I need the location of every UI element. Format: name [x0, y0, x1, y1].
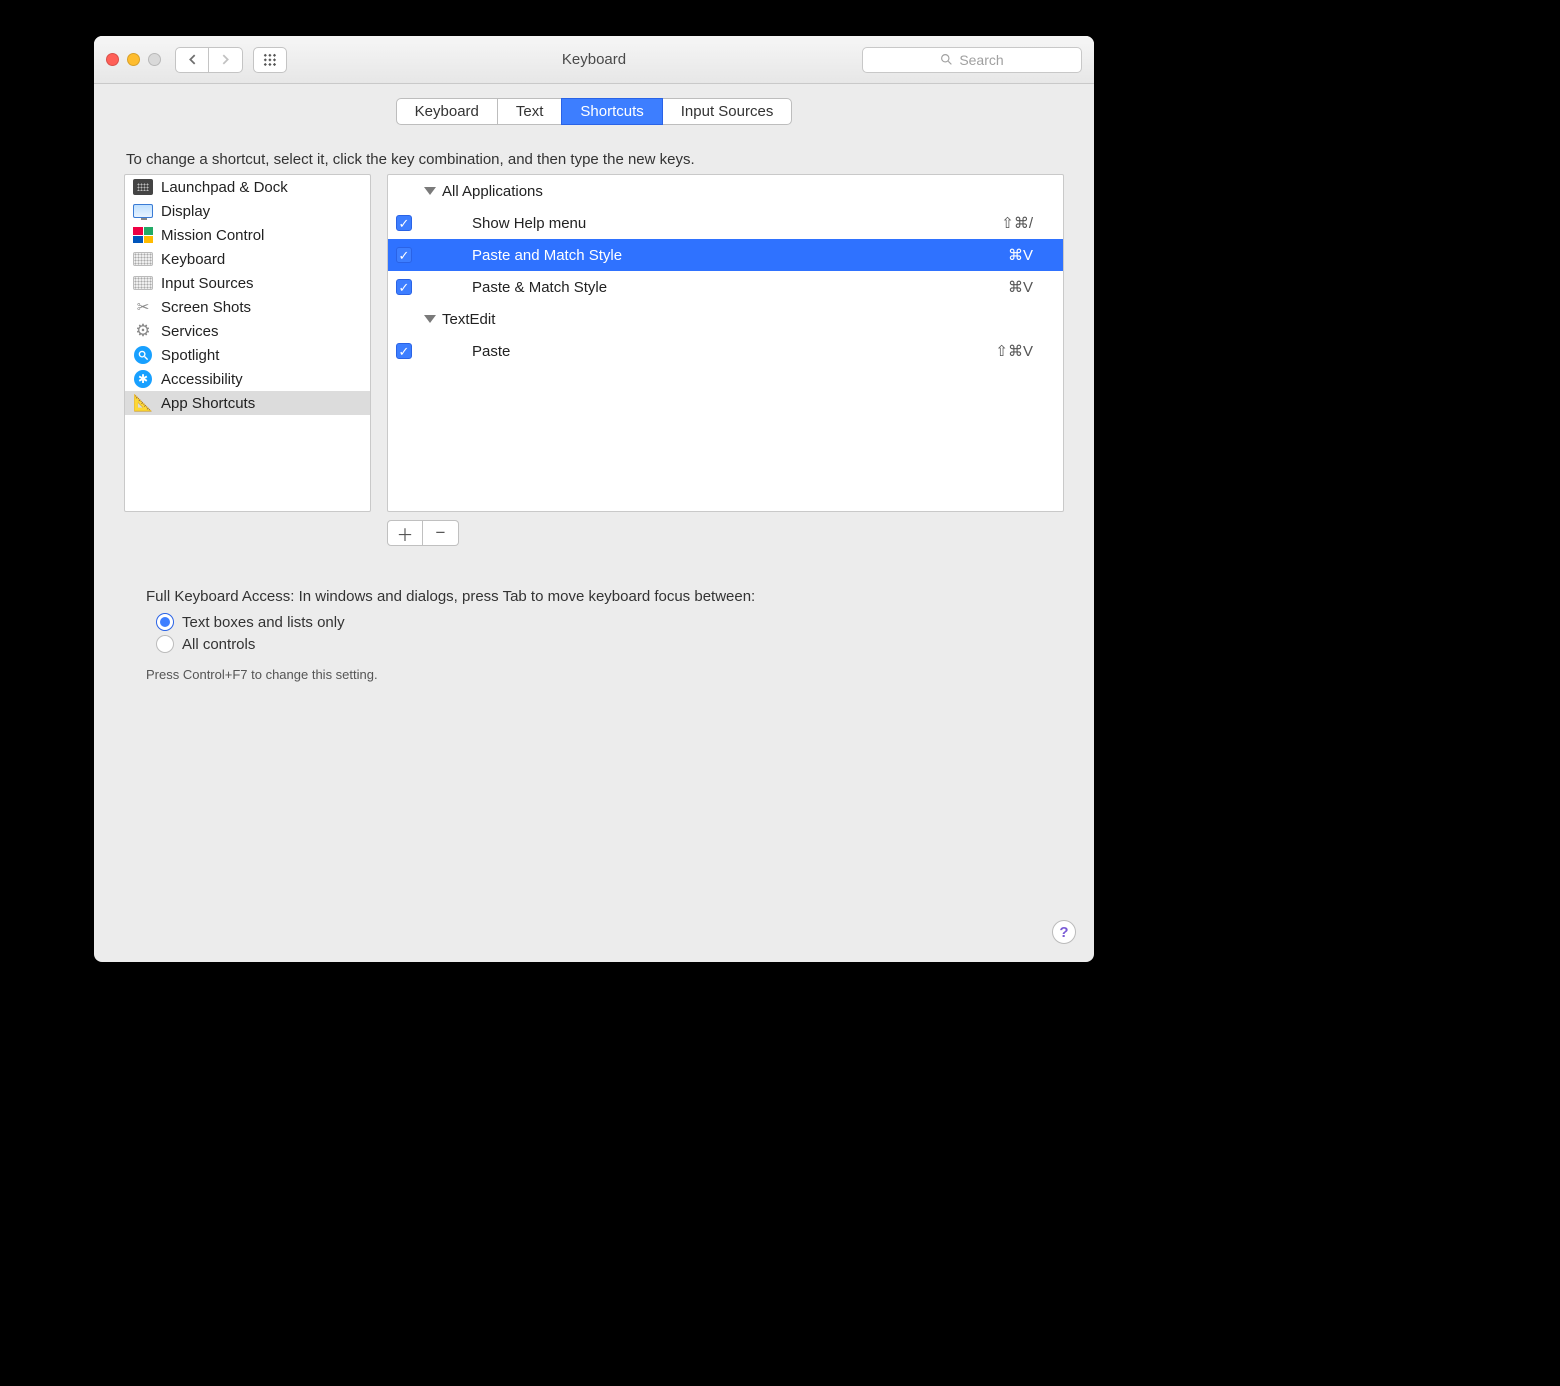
- category-launchpad-dock[interactable]: Launchpad & Dock: [125, 175, 370, 199]
- enable-checkbox[interactable]: [396, 215, 412, 231]
- fka-label: Full Keyboard Access: In windows and dia…: [146, 588, 1042, 605]
- shortcut-keys[interactable]: ⌘V: [1008, 246, 1033, 264]
- shortcut-row[interactable]: Paste & Match Style⌘V: [388, 271, 1063, 303]
- category-list[interactable]: Launchpad & Dock Display Mission Control Ke…: [124, 174, 371, 512]
- forward-button[interactable]: [209, 47, 243, 73]
- radio-label: Text boxes and lists only: [182, 614, 345, 631]
- shortcut-row[interactable]: Show Help menu⇧⌘/: [388, 207, 1063, 239]
- fka-hint: Press Control+F7 to change this setting.: [146, 667, 1042, 682]
- preferences-window: Keyboard Search KeyboardTextShortcutsInp…: [94, 36, 1094, 962]
- shortcut-tree[interactable]: All ApplicationsShow Help menu⇧⌘/Paste a…: [387, 174, 1064, 512]
- category-spotlight[interactable]: Spotlight: [125, 343, 370, 367]
- shortcut-keys[interactable]: ⇧⌘V: [995, 342, 1033, 360]
- category-label: Spotlight: [161, 347, 219, 364]
- instruction-text: To change a shortcut, select it, click t…: [126, 151, 1062, 168]
- search-input[interactable]: Search: [862, 47, 1082, 73]
- radio-button[interactable]: [156, 635, 174, 653]
- category-label: Display: [161, 203, 210, 220]
- add-button[interactable]: ＋: [387, 520, 423, 546]
- remove-button[interactable]: −: [423, 520, 459, 546]
- keyboard-icon: [133, 274, 153, 292]
- launchpad-icon: [133, 178, 153, 196]
- category-label: Screen Shots: [161, 299, 251, 316]
- mission-icon: [133, 226, 153, 244]
- category-display[interactable]: Display: [125, 199, 370, 223]
- gear-icon: ⚙︎: [133, 322, 153, 340]
- scissors-icon: ✂︎: [133, 298, 153, 316]
- tab-input-sources[interactable]: Input Sources: [662, 98, 793, 125]
- shortcut-name: Paste: [422, 343, 995, 360]
- shortcut-row[interactable]: Paste⇧⌘V: [388, 335, 1063, 367]
- shortcut-name: Paste and Match Style: [422, 247, 1008, 264]
- radio-label: All controls: [182, 636, 255, 653]
- grid-icon: [263, 53, 277, 67]
- minimize-button[interactable]: [127, 53, 140, 66]
- display-icon: [133, 202, 153, 220]
- category-input-sources[interactable]: Input Sources: [125, 271, 370, 295]
- nav-buttons: [175, 47, 243, 73]
- tab-keyboard[interactable]: Keyboard: [396, 98, 498, 125]
- group-label: All Applications: [442, 183, 1033, 200]
- zoom-button[interactable]: [148, 53, 161, 66]
- category-label: Services: [161, 323, 219, 340]
- shortcut-panes: Launchpad & Dock Display Mission Control Ke…: [124, 174, 1064, 512]
- category-services[interactable]: ⚙︎ Services: [125, 319, 370, 343]
- search-placeholder: Search: [959, 52, 1003, 68]
- category-label: Input Sources: [161, 275, 254, 292]
- shortcut-keys[interactable]: ⇧⌘/: [1001, 214, 1033, 232]
- accessibility-icon: ✱: [133, 370, 153, 388]
- category-keyboard[interactable]: Keyboard: [125, 247, 370, 271]
- category-label: Mission Control: [161, 227, 264, 244]
- fka-radios: Text boxes and lists only All controls: [156, 613, 1032, 653]
- category-mission-control[interactable]: Mission Control: [125, 223, 370, 247]
- category-label: Launchpad & Dock: [161, 179, 288, 196]
- category-label: App Shortcuts: [161, 395, 255, 412]
- spotlight-icon: [133, 346, 153, 364]
- fka-option-1[interactable]: All controls: [156, 635, 1032, 653]
- tab-bar: KeyboardTextShortcutsInput Sources: [116, 98, 1072, 125]
- category-screen-shots[interactable]: ✂︎ Screen Shots: [125, 295, 370, 319]
- content: KeyboardTextShortcutsInput Sources To ch…: [94, 98, 1094, 704]
- shortcut-name: Paste & Match Style: [422, 279, 1008, 296]
- search-icon: [940, 53, 953, 66]
- close-button[interactable]: [106, 53, 119, 66]
- help-button[interactable]: ?: [1052, 920, 1076, 944]
- fka-option-0[interactable]: Text boxes and lists only: [156, 613, 1032, 631]
- group-all-applications[interactable]: All Applications: [388, 175, 1063, 207]
- titlebar: Keyboard Search: [94, 36, 1094, 84]
- category-label: Keyboard: [161, 251, 225, 268]
- enable-checkbox[interactable]: [396, 343, 412, 359]
- category-label: Accessibility: [161, 371, 243, 388]
- radio-button[interactable]: [156, 613, 174, 631]
- group-label: TextEdit: [442, 311, 1033, 328]
- tab-shortcuts[interactable]: Shortcuts: [561, 98, 662, 125]
- back-button[interactable]: [175, 47, 209, 73]
- enable-checkbox[interactable]: [396, 279, 412, 295]
- disclosure-triangle-icon[interactable]: [424, 315, 436, 323]
- add-remove-buttons: ＋ −: [387, 520, 1072, 546]
- shortcut-name: Show Help menu: [422, 215, 1001, 232]
- enable-checkbox[interactable]: [396, 247, 412, 263]
- show-all-button[interactable]: [253, 47, 287, 73]
- shortcut-row[interactable]: Paste and Match Style⌘V: [388, 239, 1063, 271]
- app-icon: 📐: [133, 394, 153, 412]
- category-accessibility[interactable]: ✱ Accessibility: [125, 367, 370, 391]
- keyboard-icon: [133, 250, 153, 268]
- window-controls: [106, 53, 161, 66]
- shortcut-keys[interactable]: ⌘V: [1008, 278, 1033, 296]
- group-textedit[interactable]: TextEdit: [388, 303, 1063, 335]
- tab-text[interactable]: Text: [497, 98, 563, 125]
- disclosure-triangle-icon[interactable]: [424, 187, 436, 195]
- category-app-shortcuts[interactable]: 📐 App Shortcuts: [125, 391, 370, 415]
